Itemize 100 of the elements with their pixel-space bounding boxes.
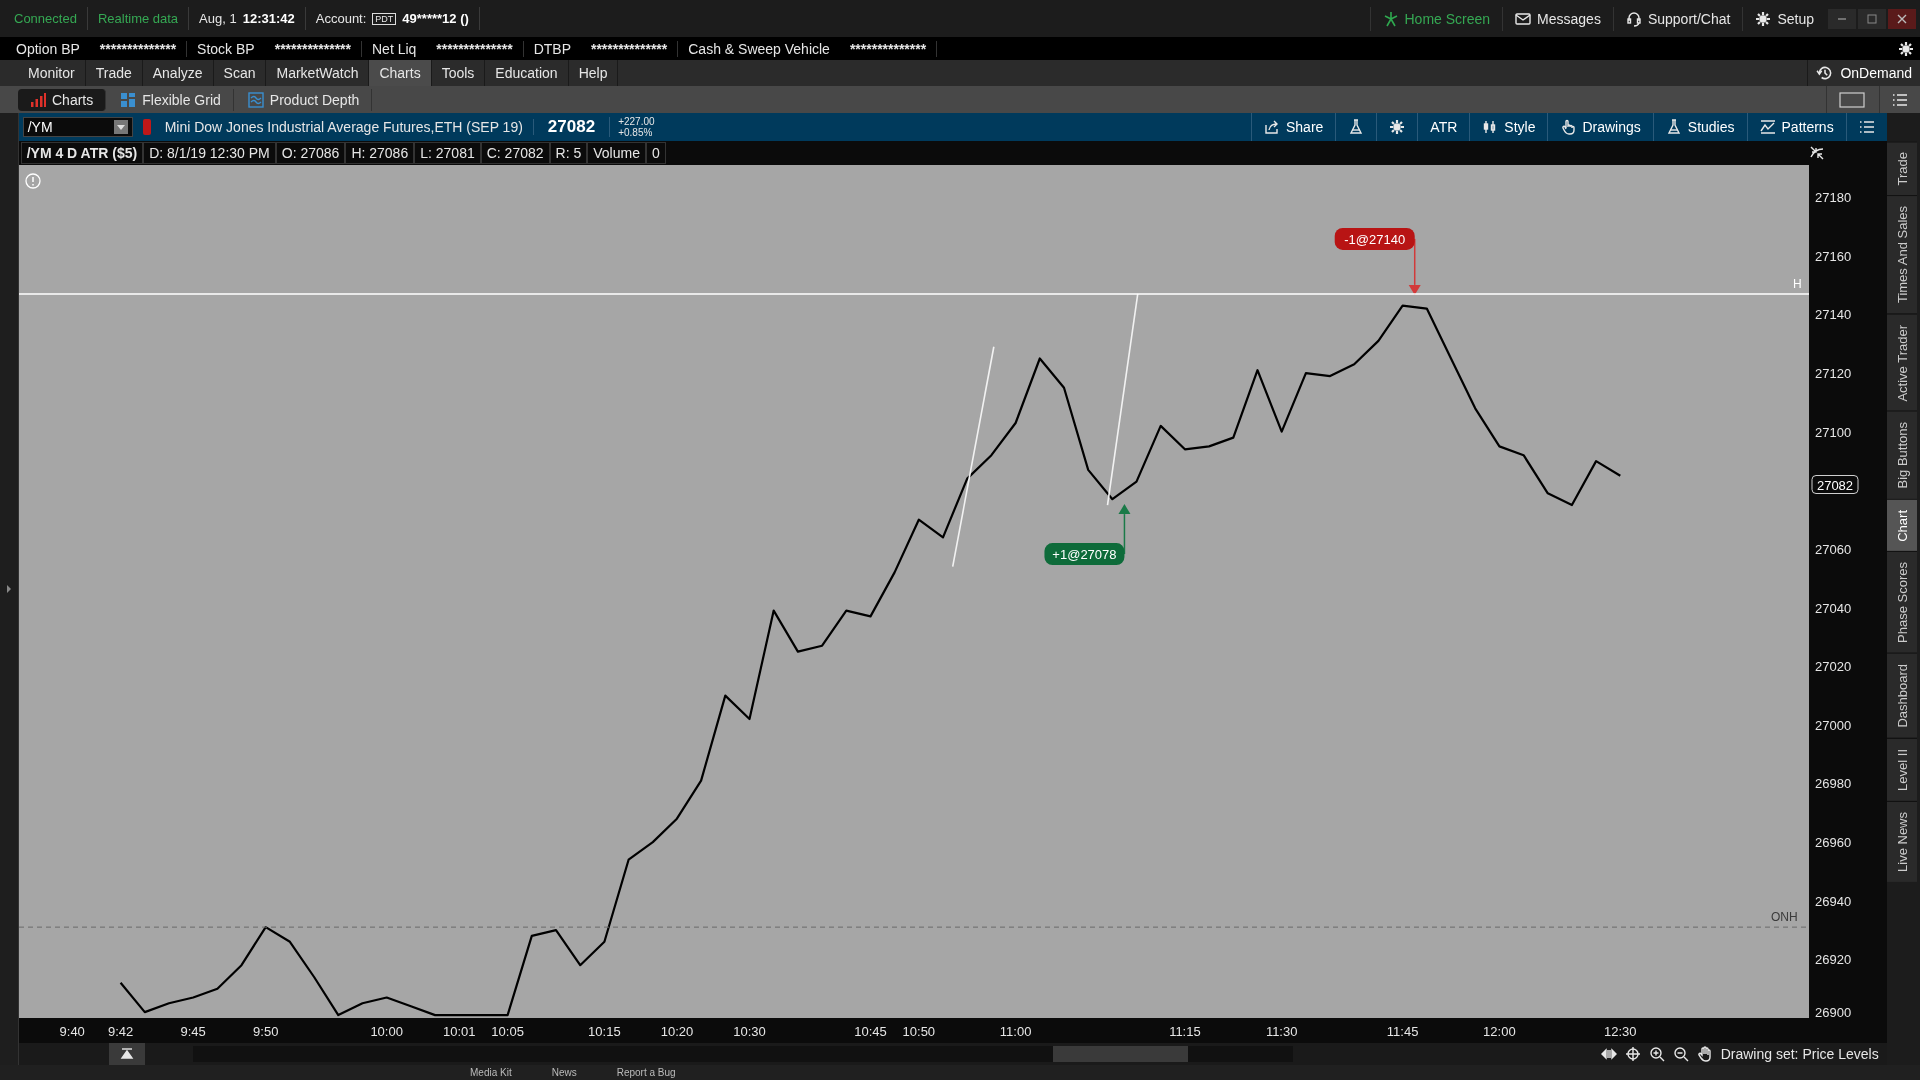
side-tab[interactable]: Trade — [1886, 141, 1917, 196]
drawing-set-label[interactable]: Drawing set: Price Levels — [1720, 1046, 1879, 1062]
caret-icon — [116, 124, 125, 130]
support-icon — [1625, 10, 1642, 27]
minimize-button[interactable] — [1828, 8, 1856, 29]
time-axis-label: 10:00 — [370, 1024, 403, 1039]
side-tab[interactable]: Live News — [1886, 800, 1917, 882]
patterns-icon — [1759, 119, 1776, 135]
expand-arrow-icon[interactable] — [5, 585, 12, 593]
time-axis-label: 9:42 — [107, 1024, 133, 1039]
expand-button[interactable] — [108, 1043, 145, 1065]
chart-title: /YM 4 D ATR ($5) — [20, 142, 144, 164]
quote-field: O: 27086 — [275, 142, 346, 164]
time-axis-label: 11:30 — [1265, 1024, 1298, 1039]
status-text: Connected — [4, 7, 88, 30]
time-axis-label: 11:00 — [999, 1024, 1032, 1039]
bars-icon — [30, 91, 46, 108]
status-text: Realtime data — [87, 7, 190, 30]
home-link[interactable]: Home Screen — [1369, 6, 1503, 31]
side-tab[interactable]: Level II — [1886, 738, 1917, 801]
time-axis-label: 12:00 — [1482, 1024, 1516, 1039]
percent-change: +0.85% — [618, 127, 654, 138]
zoom-out-icon — [1672, 1046, 1689, 1062]
quote-field: Volume — [587, 142, 646, 164]
price-axis-label: 27020 — [1814, 659, 1851, 675]
side-tab[interactable]: Chart — [1886, 498, 1917, 552]
quote-field: D: 8/1/19 12:30 PM — [143, 142, 276, 164]
hand-icon — [1696, 1046, 1713, 1062]
account-label: Account: — [315, 11, 367, 26]
side-tab[interactable]: Phase Scores — [1886, 551, 1917, 654]
symbol-field[interactable]: /YM — [22, 117, 133, 137]
menu-icon — [1858, 119, 1875, 135]
price-axis-label: 27120 — [1814, 366, 1851, 382]
sub-tab[interactable]: Charts — [18, 88, 107, 111]
time-axis-label: 10:45 — [853, 1024, 887, 1039]
time-axis-label: 10:20 — [660, 1024, 693, 1039]
price-axis-label: 26960 — [1814, 835, 1851, 851]
depth-icon — [247, 91, 264, 108]
time-axis-label: 10:30 — [732, 1024, 766, 1039]
pan-icon — [1600, 1046, 1617, 1062]
time-axis-label: 9:40 — [59, 1024, 85, 1039]
flag-icon — [142, 119, 151, 135]
time-axis-label: 9:45 — [180, 1024, 206, 1039]
sub-tab[interactable]: Flexible Grid — [108, 88, 234, 111]
price-axis-label: 27040 — [1814, 600, 1851, 616]
date-text: Aug, 1 — [199, 11, 237, 26]
share-icon — [1264, 119, 1280, 135]
time-axis-label: 10:15 — [587, 1024, 621, 1039]
main-tab[interactable]: Charts — [369, 60, 432, 86]
footer-link[interactable]: News — [551, 1067, 577, 1078]
balance-value: ************** — [580, 40, 679, 57]
minimize-icon — [1837, 17, 1847, 20]
symbol-description: Mini Dow Jones Industrial Average Futures,ETH (SEP 19) — [164, 119, 534, 135]
time-axis-label: 10:50 — [902, 1024, 935, 1039]
time-axis-label: 11:45 — [1386, 1024, 1419, 1039]
rectangle-icon — [1839, 91, 1865, 108]
net-change: +227.00 — [618, 116, 655, 127]
collapse-icon — [1808, 145, 1825, 161]
settings-icon — [1389, 119, 1406, 135]
quote-field: H: 27086 — [345, 142, 415, 164]
time-axis-label: 12:30 — [1603, 1024, 1637, 1039]
quote-field: R: 5 — [549, 142, 588, 164]
close-button[interactable] — [1888, 8, 1916, 29]
balance-label: Stock BP — [196, 40, 256, 57]
mail-link[interactable]: Messages — [1502, 6, 1613, 31]
time-axis-label: 9:50 — [252, 1024, 279, 1039]
account-number[interactable]: 49*****12 () — [402, 11, 469, 26]
balance-value: ************** — [839, 40, 938, 57]
flask-icon — [1348, 119, 1365, 135]
footer-link[interactable]: Report a Bug — [616, 1067, 676, 1078]
price-axis-label: 27060 — [1814, 542, 1851, 557]
setup-icon — [1755, 10, 1772, 27]
zoom-in-icon — [1648, 1046, 1665, 1062]
last-price: 27082 — [533, 117, 611, 137]
quote-field: 0 — [645, 142, 666, 164]
close-icon — [1897, 13, 1907, 24]
annotation: -1@27140 — [1343, 231, 1405, 247]
sub-tab[interactable]: Product Depth — [235, 88, 373, 111]
up-arrow-icon — [118, 1046, 135, 1062]
price-axis-label: 27140 — [1814, 307, 1851, 323]
side-tab[interactable]: Times And Sales — [1886, 195, 1917, 314]
price-level-line: ONH — [18, 910, 1810, 928]
support-link[interactable]: Support/Chat — [1612, 6, 1743, 31]
setup-link[interactable]: Setup — [1742, 6, 1826, 31]
side-tab[interactable]: Big Buttons — [1886, 411, 1917, 499]
side-tab[interactable]: Active Trader — [1886, 313, 1917, 412]
home-icon — [1382, 10, 1399, 27]
annotation: +1@27078 — [1052, 547, 1117, 563]
balance-value: ************** — [426, 40, 524, 57]
mail-icon — [1515, 10, 1532, 27]
last-price-label: 27082 — [1811, 475, 1859, 494]
price-axis-label: 27000 — [1814, 717, 1851, 733]
studies-icon — [1665, 119, 1682, 135]
scrollbar[interactable] — [192, 1046, 1293, 1062]
time-axis-label: 10:01 — [442, 1024, 476, 1039]
grid-icon — [120, 91, 137, 108]
price-axis-label: 27100 — [1814, 424, 1851, 440]
side-tab[interactable]: Dashboard — [1886, 653, 1917, 738]
footer-link[interactable]: Media Kit — [470, 1067, 512, 1078]
quote-field: C: 27082 — [480, 142, 550, 164]
